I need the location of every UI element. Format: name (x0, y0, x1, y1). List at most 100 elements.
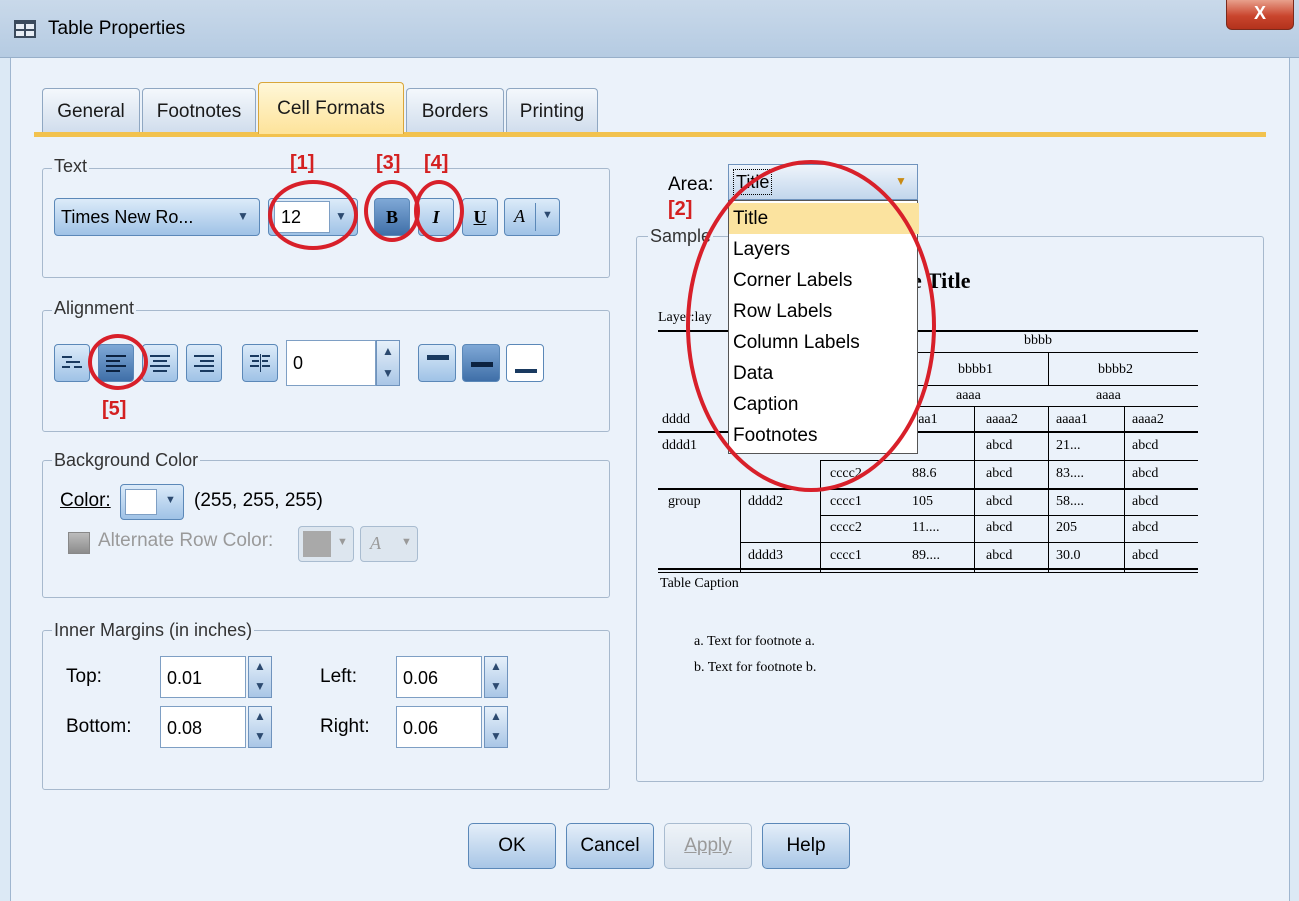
close-button[interactable]: X (1226, 0, 1294, 30)
area-option-caption[interactable]: Caption (729, 389, 919, 420)
chevron-down-icon: ▼ (401, 536, 412, 548)
alternate-text-color-button[interactable]: A ▼ (360, 526, 418, 562)
table-cell: abcd (986, 548, 1013, 563)
alignment-group-label: Alignment (52, 298, 137, 319)
sample-col-b2: bbbb2 (1098, 362, 1133, 377)
sample-title: e Title (912, 268, 971, 293)
area-selected-value: Title (733, 169, 773, 195)
valign-bottom-button[interactable] (506, 344, 544, 382)
chevron-down-icon: ▼ (237, 209, 249, 223)
right-margin-input[interactable]: 0.06 (396, 706, 482, 748)
align-mixed-icon (62, 356, 82, 368)
help-button[interactable]: Help (762, 823, 850, 869)
valign-top-button[interactable] (418, 344, 456, 382)
arrow-up-icon[interactable]: ▲ (254, 709, 266, 723)
arrow-down-icon[interactable]: ▼ (382, 366, 394, 380)
arrow-down-icon[interactable]: ▼ (254, 679, 266, 693)
left-margin-stepper[interactable]: ▲ ▼ (484, 656, 508, 698)
align-decimal-button[interactable] (242, 344, 278, 382)
align-mixed-button[interactable] (54, 344, 90, 382)
sample-corner: dddd (662, 412, 690, 427)
window-title: Table Properties (48, 18, 186, 39)
area-option-data[interactable]: Data (729, 358, 919, 389)
arrow-down-icon[interactable]: ▼ (490, 729, 502, 743)
table-cell: dddd2 (748, 494, 783, 509)
table-cell: abcd (1132, 520, 1159, 535)
cancel-button[interactable]: Cancel (566, 823, 654, 869)
annotation-5: [5] (102, 398, 127, 420)
alternate-row-checkbox[interactable] (68, 532, 90, 554)
apply-button[interactable]: Apply (664, 823, 752, 869)
arrow-up-icon[interactable]: ▲ (254, 659, 266, 673)
background-color-picker[interactable]: ▼ (120, 484, 184, 520)
table-cell: abcd (986, 466, 1013, 481)
ok-button[interactable]: OK (468, 823, 556, 869)
text-color-icon: A (370, 533, 381, 553)
decimal-offset-input[interactable]: 0 (286, 340, 376, 386)
arrow-down-icon[interactable]: ▼ (254, 729, 266, 743)
table-cell: abcd (1132, 438, 1159, 453)
underline-button[interactable]: U (462, 198, 498, 236)
table-row: dddd1 (662, 438, 697, 453)
alternate-color-picker[interactable]: ▼ (298, 526, 354, 562)
area-option-corner-labels[interactable]: Corner Labels (729, 265, 919, 296)
top-margin-input[interactable]: 0.01 (160, 656, 246, 698)
table-rule (1048, 352, 1049, 386)
align-center-button[interactable] (142, 344, 178, 382)
area-select[interactable]: Title ▼ (728, 164, 918, 200)
chevron-down-icon: ▼ (895, 174, 907, 188)
chevron-down-icon: ▼ (335, 209, 347, 223)
decimal-offset-stepper[interactable]: ▲ ▼ (376, 340, 400, 386)
top-margin-stepper[interactable]: ▲ ▼ (248, 656, 272, 698)
align-left-button[interactable] (98, 344, 134, 382)
valign-top-icon (427, 355, 449, 360)
arrow-down-icon[interactable]: ▼ (490, 679, 502, 693)
table-cell: 30.0 (1056, 548, 1081, 563)
table-cell: 88.6 (912, 466, 937, 481)
align-right-icon (194, 355, 214, 372)
table-cell: abcd (1132, 494, 1159, 509)
tab-cell-formats[interactable]: Cell Formats (258, 82, 404, 134)
sample-group-label: Sample (648, 226, 714, 247)
area-option-column-labels[interactable]: Column Labels (729, 327, 919, 358)
align-right-button[interactable] (186, 344, 222, 382)
tab-printing[interactable]: Printing (506, 88, 598, 134)
area-option-row-labels[interactable]: Row Labels (729, 296, 919, 327)
table-rule (820, 460, 1198, 461)
tab-footnotes[interactable]: Footnotes (142, 88, 256, 134)
area-label: Area: (668, 174, 714, 195)
font-size-value: 12 (274, 201, 330, 233)
bottom-label: Bottom: (66, 716, 132, 737)
annotation-4: [4] (424, 152, 449, 174)
italic-button[interactable]: I (418, 198, 454, 236)
font-size-select[interactable]: 12 ▼ (268, 198, 358, 236)
area-option-footnotes[interactable]: Footnotes (729, 420, 919, 451)
area-option-layers[interactable]: Layers (729, 234, 919, 265)
table-cell: 105 (912, 494, 933, 509)
arrow-up-icon[interactable]: ▲ (490, 709, 502, 723)
top-label: Top: (66, 666, 102, 687)
right-margin-stepper[interactable]: ▲ ▼ (484, 706, 508, 748)
color-swatch (303, 531, 331, 557)
bottom-margin-input[interactable]: 0.08 (160, 706, 246, 748)
text-color-button[interactable]: A ▼ (504, 198, 560, 236)
table-cell: cccc2 (830, 520, 862, 535)
bold-button[interactable]: B (374, 198, 410, 236)
table-rule (900, 406, 1198, 407)
font-select[interactable]: Times New Ro... ▼ (54, 198, 260, 236)
annotation-2: [2] (668, 198, 693, 220)
tab-general[interactable]: General (42, 88, 140, 134)
valign-middle-button[interactable] (462, 344, 500, 382)
table-cell: cccc1 (830, 548, 862, 563)
left-margin-input[interactable]: 0.06 (396, 656, 482, 698)
arrow-up-icon[interactable]: ▲ (490, 659, 502, 673)
table-rule (658, 488, 1198, 490)
bottom-margin-stepper[interactable]: ▲ ▼ (248, 706, 272, 748)
sample-col-b1: bbbb1 (958, 362, 993, 377)
chevron-down-icon: ▼ (165, 494, 176, 506)
divider (535, 203, 536, 231)
align-left-icon (106, 355, 126, 372)
arrow-up-icon[interactable]: ▲ (382, 344, 394, 358)
tab-borders[interactable]: Borders (406, 88, 504, 134)
area-option-title[interactable]: Title (729, 203, 919, 234)
